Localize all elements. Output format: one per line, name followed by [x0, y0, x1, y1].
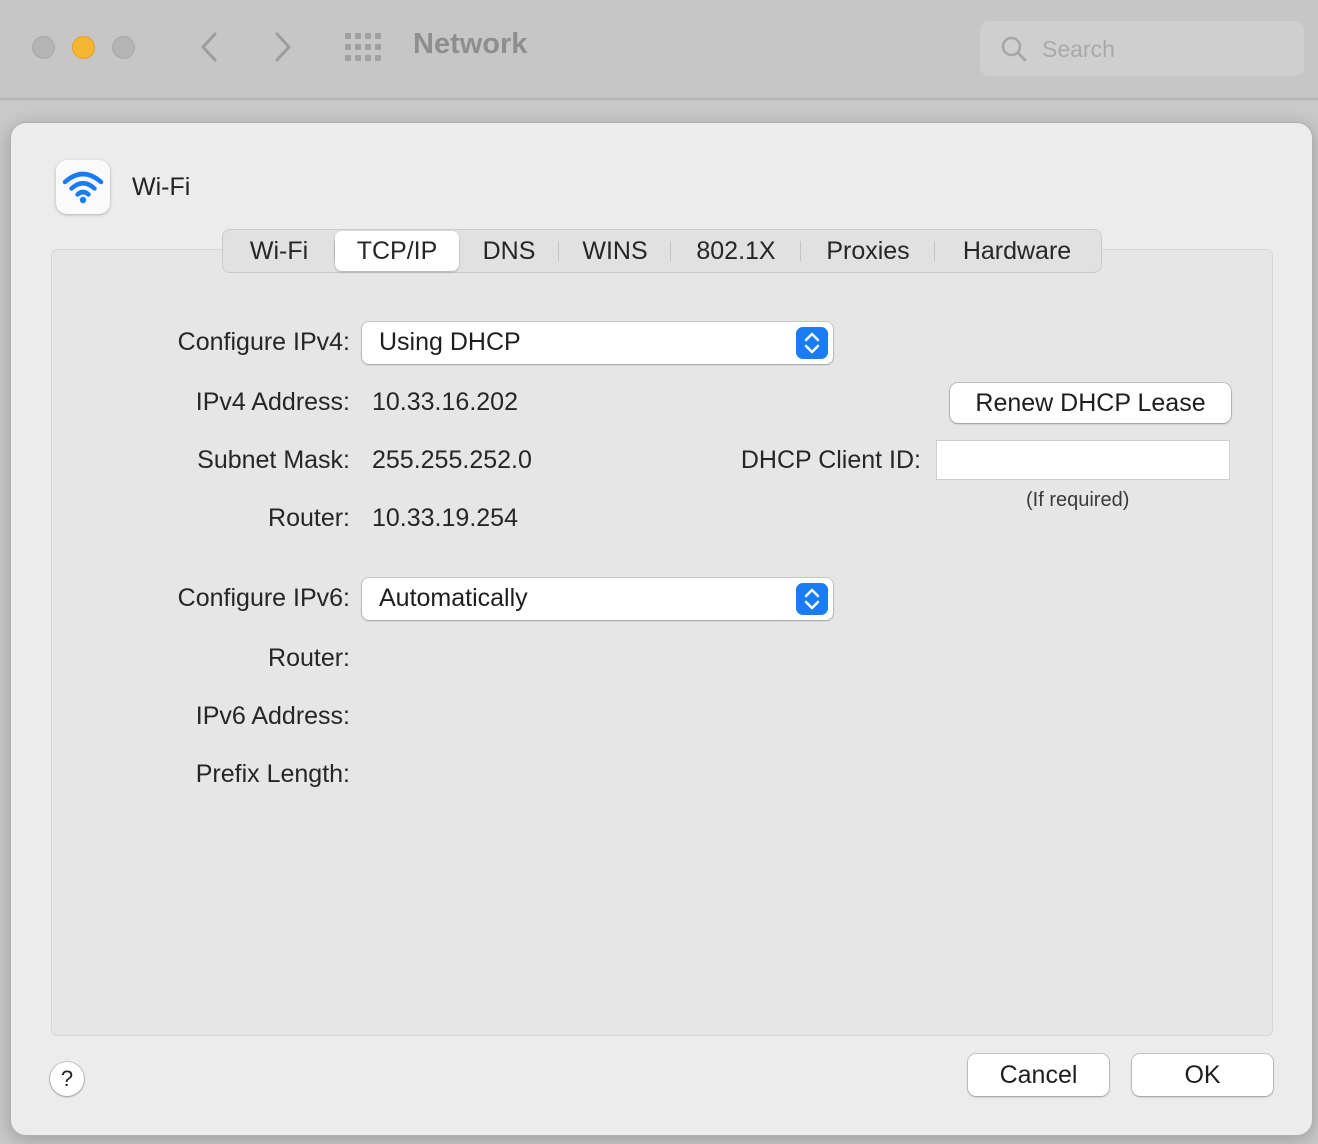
tab-tcpip[interactable]: TCP/IP [335, 231, 459, 271]
ok-button[interactable]: OK [1132, 1054, 1273, 1096]
service-name: Wi-Fi [132, 173, 191, 201]
chevron-right-icon [275, 32, 291, 62]
search-placeholder: Search [1042, 36, 1115, 62]
dhcp-client-id-field[interactable] [936, 440, 1230, 480]
subnet-mask-label: Subnet Mask: [197, 446, 350, 474]
close-window-button[interactable] [32, 36, 55, 59]
updown-chevron-icon [796, 327, 828, 359]
ipv4-address-label: IPv4 Address: [195, 388, 350, 416]
tcpip-sheet: Wi-Fi Configure IPv4: Using DHCP IPv4 Ad… [10, 122, 1313, 1136]
tab-dns[interactable]: DNS [459, 231, 559, 271]
title-bar: Network Search [0, 0, 1318, 100]
minimize-window-button[interactable] [72, 36, 95, 59]
configure-ipv4-value: Using DHCP [379, 328, 521, 356]
tab-8021x[interactable]: 802.1X [671, 231, 801, 271]
dhcp-client-id-label: DHCP Client ID: [740, 446, 921, 474]
zoom-window-button[interactable] [112, 36, 135, 59]
window-title: Network [413, 28, 528, 60]
ipv4-router-label: Router: [268, 504, 350, 532]
cancel-button[interactable]: Cancel [968, 1054, 1109, 1096]
wifi-app-icon [56, 160, 110, 214]
configure-ipv6-label: Configure IPv6: [177, 584, 350, 612]
ipv6-address-label: IPv6 Address: [195, 702, 350, 730]
chevron-left-icon [201, 32, 217, 62]
help-button[interactable]: ? [50, 1062, 84, 1096]
client-id-hint: (If required) [1026, 489, 1130, 511]
back-button[interactable] [194, 30, 224, 64]
prefix-length-label: Prefix Length: [195, 760, 350, 788]
configure-ipv6-popup[interactable]: Automatically [362, 578, 833, 620]
show-all-grid-button[interactable] [344, 32, 382, 62]
search-icon [1001, 36, 1027, 62]
ipv4-router-value: 10.33.19.254 [372, 504, 518, 532]
grid-icon [345, 33, 381, 61]
ipv6-router-label: Router: [268, 644, 350, 672]
forward-button[interactable] [268, 30, 298, 64]
updown-chevron-icon [796, 583, 828, 615]
configure-ipv4-popup[interactable]: Using DHCP [362, 322, 833, 364]
configure-ipv6-value: Automatically [379, 584, 528, 612]
ipv4-address-value: 10.33.16.202 [372, 388, 518, 416]
renew-dhcp-lease-button[interactable]: Renew DHCP Lease [950, 383, 1231, 423]
subnet-mask-value: 255.255.252.0 [372, 446, 532, 474]
tab-content-panel: Configure IPv4: Using DHCP IPv4 Address:… [51, 249, 1273, 1036]
tab-bar: Wi-Fi TCP/IP DNS WINS 802.1X Proxies Har… [222, 229, 1102, 273]
tab-hardware[interactable]: Hardware [935, 231, 1099, 271]
wifi-icon [62, 171, 104, 204]
tab-wifi[interactable]: Wi-Fi [223, 231, 335, 271]
tab-proxies[interactable]: Proxies [801, 231, 935, 271]
configure-ipv4-label: Configure IPv4: [177, 328, 350, 356]
search-field[interactable]: Search [980, 21, 1304, 76]
tab-wins[interactable]: WINS [559, 231, 671, 271]
